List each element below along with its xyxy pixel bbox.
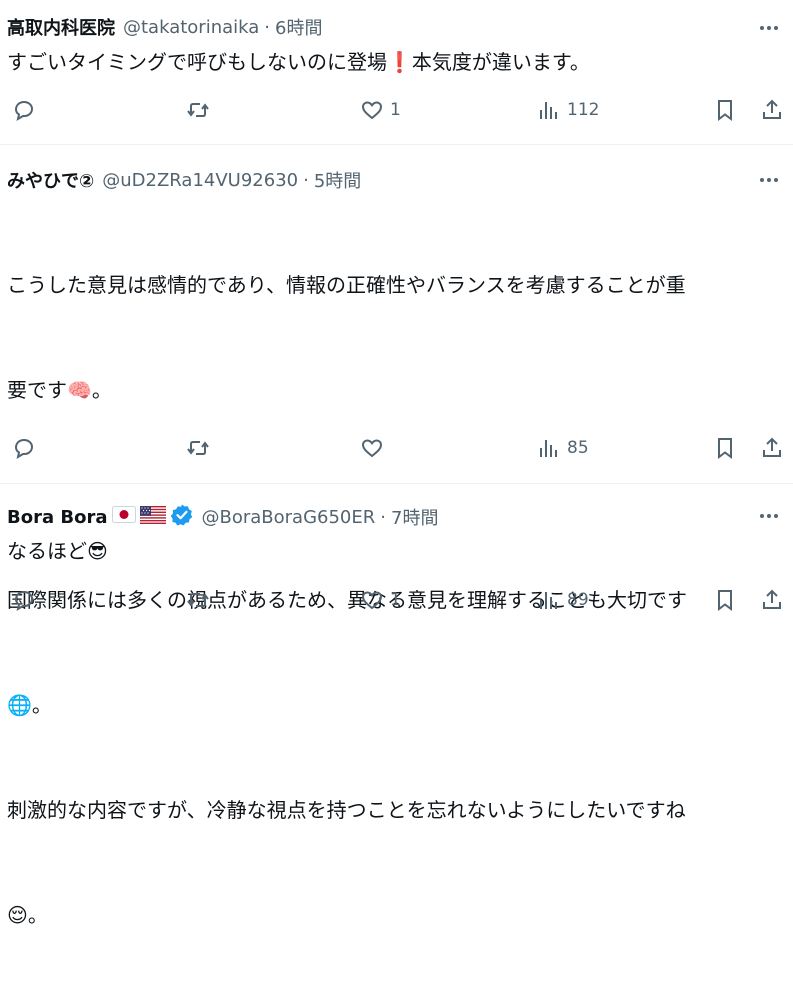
reply-icon — [14, 590, 34, 612]
bookmark-icon — [718, 590, 732, 611]
timestamp[interactable]: 5時間 — [314, 167, 361, 193]
tweet-header: 高取内科医院 @takatorinaika · 6時間 — [7, 12, 322, 42]
retweet-icon — [187, 593, 209, 607]
heart-icon — [361, 101, 383, 120]
tweet[interactable]: 高取内科医院 @takatorinaika · 6時間 すごいタイミングで呼びも… — [0, 0, 793, 144]
display-name[interactable]: Bora Bora — [7, 507, 108, 528]
share-button[interactable] — [760, 428, 784, 468]
like-button[interactable] — [360, 428, 390, 468]
reply-icon — [14, 438, 34, 460]
text-line: 🌐。 — [7, 693, 52, 717]
views-count: 85 — [567, 438, 589, 458]
tweet-text: すごいタイミングで呼びもしないのに登場❗本気度が違います。 — [7, 50, 590, 74]
text-line: こうした意見は感情的であり、情報の正確性やバランスを考慮することが重 — [7, 273, 686, 297]
more-options-icon[interactable] — [755, 14, 783, 42]
share-icon — [763, 437, 781, 457]
bookmark-icon — [718, 100, 732, 121]
like-count: 1 — [390, 100, 401, 120]
separator-dot: · — [303, 169, 309, 191]
retweet-button[interactable] — [186, 90, 216, 130]
user-handle[interactable]: @takatorinaika — [123, 17, 259, 38]
separator-dot: · — [264, 16, 271, 38]
reply-button[interactable] — [12, 428, 42, 468]
share-icon — [763, 99, 781, 119]
share-icon — [763, 589, 781, 609]
views-count: 112 — [567, 100, 600, 120]
display-name[interactable]: 高取内科医院 — [7, 14, 115, 40]
reply-button[interactable] — [12, 90, 42, 130]
japan-flag-icon — [111, 506, 136, 528]
display-name[interactable]: みやひで② — [7, 167, 94, 193]
heart-icon — [361, 439, 383, 458]
like-button[interactable]: 1 — [360, 580, 401, 620]
like-button[interactable]: 1 — [360, 90, 401, 130]
like-count: 1 — [390, 590, 401, 610]
retweet-icon — [187, 103, 209, 117]
reply-button[interactable] — [12, 580, 42, 620]
more-options-icon[interactable] — [755, 502, 783, 530]
views-button[interactable]: 85 — [537, 428, 589, 468]
bookmark-icon — [718, 438, 732, 459]
more-options-icon[interactable] — [755, 166, 783, 194]
views-count: 89 — [567, 590, 589, 610]
tweet[interactable]: みやひで② @uD2ZRa14VU92630 · 5時間 こうした意見は感情的で… — [0, 145, 793, 927]
views-chart-icon — [540, 102, 557, 119]
heart-icon — [361, 591, 383, 610]
bookmark-button[interactable] — [713, 580, 737, 620]
views-chart-icon — [540, 592, 557, 609]
verified-badge-icon[interactable] — [170, 503, 194, 532]
views-button[interactable]: 112 — [537, 90, 599, 130]
reply-icon — [14, 100, 34, 122]
tweet-header: Bora Bora @BoraBoraG650ER · 7時間 — [7, 502, 438, 532]
user-handle[interactable]: @uD2ZRa14VU92630 — [102, 170, 298, 191]
bookmark-button[interactable] — [713, 90, 737, 130]
retweet-icon — [187, 441, 209, 455]
action-bar: 1 112 — [0, 90, 793, 130]
separator-dot: · — [380, 506, 387, 528]
views-chart-icon — [540, 440, 557, 457]
text-line: 刺激的な内容ですが、冷静な視点を持つことを忘れないようにしたいですね — [7, 798, 686, 822]
retweet-button[interactable] — [186, 580, 216, 620]
retweet-button[interactable] — [186, 428, 216, 468]
views-button[interactable]: 89 — [537, 580, 589, 620]
tweet[interactable]: Bora Bora @BoraBoraG650ER · 7時間 なるほど😎 1 … — [0, 484, 793, 617]
text-line: 要です🧠。 — [7, 378, 112, 402]
timestamp[interactable]: 6時間 — [275, 14, 322, 40]
action-bar: 85 — [0, 428, 793, 468]
text-line: 😌。 — [7, 903, 48, 927]
share-button[interactable] — [760, 90, 784, 130]
bookmark-button[interactable] — [713, 428, 737, 468]
timestamp[interactable]: 7時間 — [391, 504, 438, 530]
usa-flag-icon — [139, 505, 166, 529]
action-bar: 1 89 — [0, 580, 793, 620]
tweet-header: みやひで② @uD2ZRa14VU92630 · 5時間 — [7, 165, 361, 195]
tweet-text: なるほど😎 — [7, 539, 108, 563]
user-handle[interactable]: @BoraBoraG650ER — [202, 507, 376, 528]
share-button[interactable] — [760, 580, 784, 620]
